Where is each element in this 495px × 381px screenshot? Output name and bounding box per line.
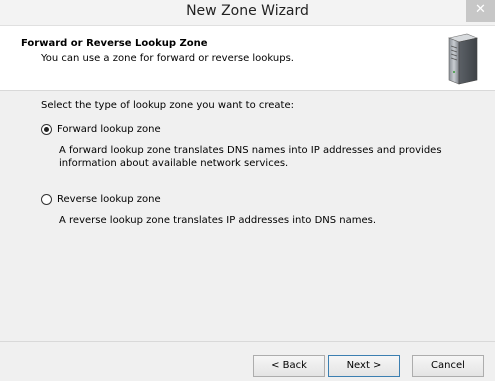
cancel-button[interactable]: Cancel — [412, 355, 484, 377]
close-icon: ✕ — [475, 2, 486, 17]
page-subtitle: You can use a zone for forward or revers… — [41, 53, 294, 64]
reverse-lookup-radio[interactable] — [41, 194, 52, 205]
zone-type-prompt: Select the type of lookup zone you want … — [41, 100, 294, 111]
forward-lookup-option[interactable]: Forward lookup zone — [41, 124, 161, 135]
forward-lookup-label: Forward lookup zone — [57, 124, 161, 135]
page-title: Forward or Reverse Lookup Zone — [21, 38, 208, 49]
wizard-header: Forward or Reverse Lookup Zone You can u… — [0, 25, 495, 91]
new-zone-wizard-window: New Zone Wizard ✕ Forward or Reverse Loo… — [0, 0, 495, 381]
forward-lookup-description: A forward lookup zone translates DNS nam… — [59, 145, 442, 169]
footer-divider — [0, 341, 495, 342]
next-button[interactable]: Next > — [328, 355, 400, 377]
server-icon — [447, 33, 479, 85]
wizard-body: Select the type of lookup zone you want … — [0, 90, 495, 340]
reverse-lookup-description: A reverse lookup zone translates IP addr… — [59, 215, 377, 226]
window-title: New Zone Wizard — [186, 3, 309, 19]
reverse-lookup-option[interactable]: Reverse lookup zone — [41, 194, 161, 205]
forward-lookup-radio[interactable] — [41, 124, 52, 135]
back-button[interactable]: < Back — [253, 355, 325, 377]
title-bar: New Zone Wizard ✕ — [0, 0, 495, 25]
close-button[interactable]: ✕ — [466, 0, 495, 22]
reverse-lookup-label: Reverse lookup zone — [57, 194, 161, 205]
